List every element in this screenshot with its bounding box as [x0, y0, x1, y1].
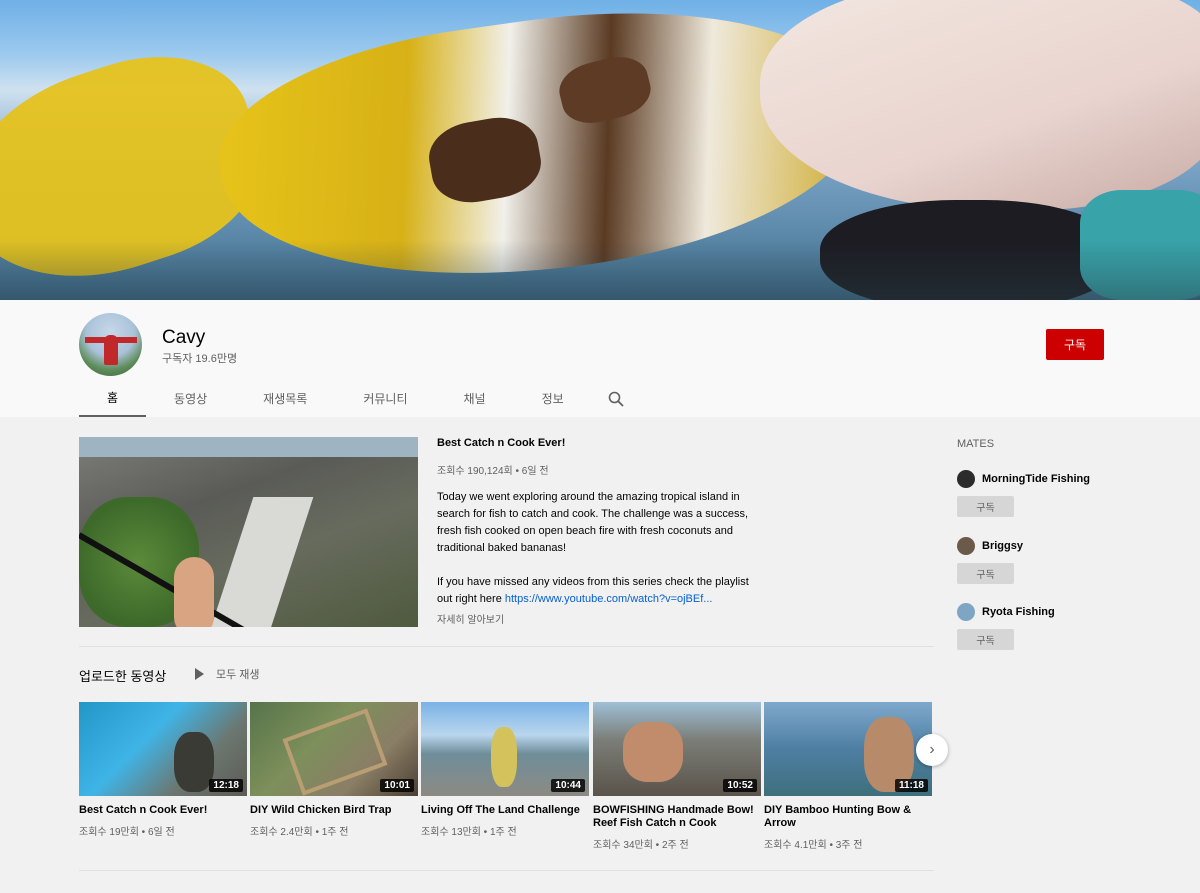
description-link[interactable]: https://www.youtube.com/watch?v=ojBEf... [505, 593, 713, 605]
mate-avatar[interactable] [957, 537, 975, 555]
tab-community[interactable]: 커뮤니티 [335, 380, 435, 417]
subscribe-button[interactable]: 구독 [1046, 329, 1104, 360]
video-thumbnail[interactable]: 10:52 [593, 702, 761, 796]
video-meta: 조회수 19만회 • 6일 전 [79, 827, 175, 838]
tab-about[interactable]: 정보 [514, 380, 592, 417]
video-meta: 조회수 13만회 • 1주 전 [421, 827, 517, 838]
tab-videos[interactable]: 동영상 [146, 380, 235, 417]
mate-channel: Ryota Fishing 구독 [957, 603, 1157, 650]
video-card[interactable]: 11:18 DIY Bamboo Hunting Bow & Arrow 조회수… [764, 702, 932, 851]
mate-channel: MorningTide Fishing 구독 [957, 470, 1157, 517]
mate-name[interactable]: Briggsy [982, 540, 1023, 552]
video-thumbnail[interactable]: 11:18 [764, 702, 932, 796]
video-card[interactable]: 10:52 BOWFISHING Handmade Bow! Reef Fish… [593, 702, 761, 851]
mate-channel: Briggsy 구독 [957, 537, 1157, 584]
channel-avatar[interactable] [79, 313, 142, 376]
description-paragraph: Today we went exploring around the amazi… [437, 491, 749, 554]
divider [79, 870, 934, 871]
chevron-right-icon: › [929, 741, 935, 758]
video-title[interactable]: DIY Bamboo Hunting Bow & Arrow [764, 804, 932, 830]
channel-title: Cavy [162, 327, 206, 348]
video-duration: 11:18 [894, 779, 928, 792]
divider [79, 646, 934, 647]
video-title[interactable]: DIY Wild Chicken Bird Trap [250, 804, 418, 817]
video-shelf: 12:18 Best Catch n Cook Ever! 조회수 19만회 •… [79, 702, 935, 862]
tab-home[interactable]: 홈 [79, 380, 147, 417]
read-more-link[interactable]: 자세히 알아보기 [437, 611, 504, 626]
video-meta: 조회수 34만회 • 2주 전 [593, 840, 689, 851]
video-duration: 10:52 [723, 779, 757, 792]
video-title[interactable]: Living Off The Land Challenge [421, 804, 589, 817]
tab-playlists[interactable]: 재생목록 [235, 380, 335, 417]
video-title[interactable]: Best Catch n Cook Ever! [79, 804, 247, 817]
video-duration: 10:44 [551, 779, 585, 792]
mate-avatar[interactable] [957, 603, 975, 621]
video-card[interactable]: 12:18 Best Catch n Cook Ever! 조회수 19만회 •… [79, 702, 247, 838]
channel-search-button[interactable] [592, 380, 640, 417]
mates-section-title: MATES [957, 438, 995, 450]
video-title[interactable]: BOWFISHING Handmade Bow! Reef Fish Catch… [593, 804, 761, 830]
shelf-next-button[interactable]: › [916, 734, 948, 766]
video-card[interactable]: 10:01 DIY Wild Chicken Bird Trap 조회수 2.4… [250, 702, 418, 838]
channel-banner [0, 0, 1200, 300]
channel-tabs: 홈 동영상 재생목록 커뮤니티 채널 정보 [79, 380, 640, 417]
mate-subscribe-button[interactable]: 구독 [957, 563, 1014, 584]
featured-video-thumbnail[interactable] [79, 437, 418, 627]
play-all-button[interactable]: 모두 재생 [195, 666, 260, 682]
video-meta: 조회수 4.1만회 • 3주 전 [764, 840, 863, 851]
tab-channels[interactable]: 채널 [436, 380, 514, 417]
mate-subscribe-button[interactable]: 구독 [957, 629, 1014, 650]
video-thumbnail[interactable]: 12:18 [79, 702, 247, 796]
mate-name[interactable]: MorningTide Fishing [982, 473, 1090, 485]
description-paragraph: If you have missed any videos from this … [437, 574, 767, 608]
video-card[interactable]: 10:44 Living Off The Land Challenge 조회수 … [421, 702, 589, 838]
mate-subscribe-button[interactable]: 구독 [957, 496, 1014, 517]
search-icon [608, 391, 624, 407]
featured-video-meta: 조회수 190,124회 • 6일 전 [437, 466, 549, 477]
mate-avatar[interactable] [957, 470, 975, 488]
mate-name[interactable]: Ryota Fishing [982, 606, 1055, 618]
video-meta: 조회수 2.4만회 • 1주 전 [250, 827, 349, 838]
video-thumbnail[interactable]: 10:44 [421, 702, 589, 796]
video-duration: 10:01 [380, 779, 414, 792]
play-all-label: 모두 재생 [216, 669, 260, 681]
featured-video-title[interactable]: Best Catch n Cook Ever! [437, 437, 565, 449]
featured-video-description: Today we went exploring around the amazi… [437, 489, 767, 625]
subscriber-count: 구독자 19.6만명 [162, 353, 238, 365]
channel-header: Cavy 구독자 19.6만명 구독 홈 동영상 재생목록 커뮤니티 채널 정보 [0, 300, 1200, 417]
video-duration: 12:18 [209, 779, 243, 792]
play-icon [195, 668, 204, 680]
uploads-section-title[interactable]: 업로드한 동영상 [79, 666, 166, 685]
video-thumbnail[interactable]: 10:01 [250, 702, 418, 796]
